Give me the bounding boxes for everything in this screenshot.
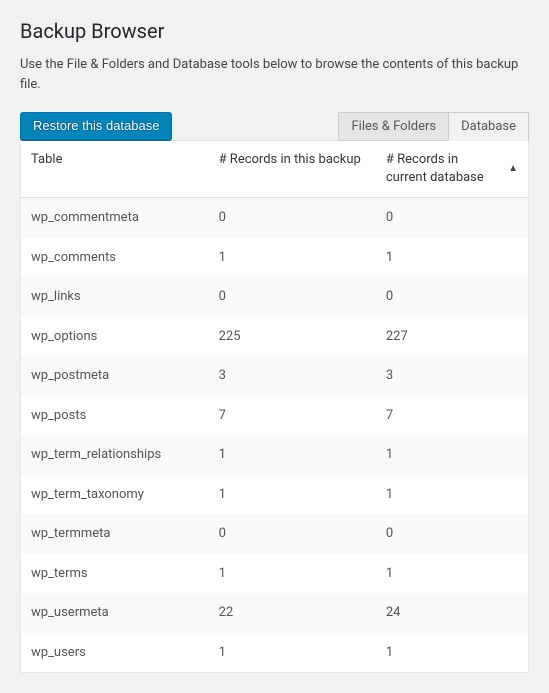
table-row: wp_termmeta00 [21,514,528,554]
restore-database-button[interactable]: Restore this database [20,112,172,140]
cell-records-current: 0 [376,198,528,238]
column-header-table[interactable]: Table [21,141,209,198]
table-row: wp_posts77 [21,396,528,436]
cell-records-backup: 1 [209,435,376,475]
cell-records-backup: 3 [209,356,376,396]
cell-records-current: 24 [376,593,528,633]
page-title: Backup Browser [20,10,529,47]
cell-records-current: 1 [376,475,528,515]
tab-bar: Files & Folders Database [338,112,529,141]
table-row: wp_users11 [21,633,528,673]
table-row: wp_usermeta2224 [21,593,528,633]
cell-records-backup: 1 [209,633,376,673]
cell-table-name: wp_postmeta [21,356,209,396]
cell-records-backup: 1 [209,238,376,278]
table-row: wp_options225227 [21,317,528,357]
table-row: wp_postmeta33 [21,356,528,396]
cell-table-name: wp_links [21,277,209,317]
cell-records-backup: 225 [209,317,376,357]
cell-table-name: wp_options [21,317,209,357]
table-row: wp_terms11 [21,554,528,594]
cell-records-current: 1 [376,633,528,673]
cell-records-backup: 7 [209,396,376,436]
cell-table-name: wp_posts [21,396,209,436]
column-header-records-backup[interactable]: # Records in this backup [209,141,376,198]
cell-table-name: wp_comments [21,238,209,278]
cell-table-name: wp_users [21,633,209,673]
table-row: wp_term_relationships11 [21,435,528,475]
tab-database[interactable]: Database [448,112,529,141]
cell-records-current: 1 [376,435,528,475]
cell-records-backup: 1 [209,554,376,594]
table-row: wp_comments11 [21,238,528,278]
column-header-records-current-label: # Records in current database [386,151,502,187]
cell-records-current: 1 [376,554,528,594]
cell-records-current: 7 [376,396,528,436]
cell-records-current: 1 [376,238,528,278]
sort-indicator-icon: ▲ [508,162,518,176]
cell-table-name: wp_termmeta [21,514,209,554]
table-row: wp_links00 [21,277,528,317]
cell-table-name: wp_terms [21,554,209,594]
cell-records-current: 0 [376,514,528,554]
database-table: Table # Records in this backup # Records… [20,140,529,673]
cell-records-backup: 0 [209,198,376,238]
tab-files-folders[interactable]: Files & Folders [338,112,449,141]
cell-records-current: 0 [376,277,528,317]
table-row: wp_commentmeta00 [21,198,528,238]
cell-records-backup: 22 [209,593,376,633]
page-description: Use the File & Folders and Database tool… [20,55,529,94]
cell-records-backup: 1 [209,475,376,515]
table-row: wp_term_taxonomy11 [21,475,528,515]
cell-table-name: wp_usermeta [21,593,209,633]
cell-records-current: 3 [376,356,528,396]
cell-table-name: wp_commentmeta [21,198,209,238]
cell-records-backup: 0 [209,514,376,554]
column-header-records-backup-label: # Records in this backup [219,152,361,167]
column-header-table-label: Table [31,152,62,167]
cell-records-backup: 0 [209,277,376,317]
column-header-records-current[interactable]: # Records in current database ▲ [376,141,528,198]
cell-table-name: wp_term_taxonomy [21,475,209,515]
cell-records-current: 227 [376,317,528,357]
cell-table-name: wp_term_relationships [21,435,209,475]
